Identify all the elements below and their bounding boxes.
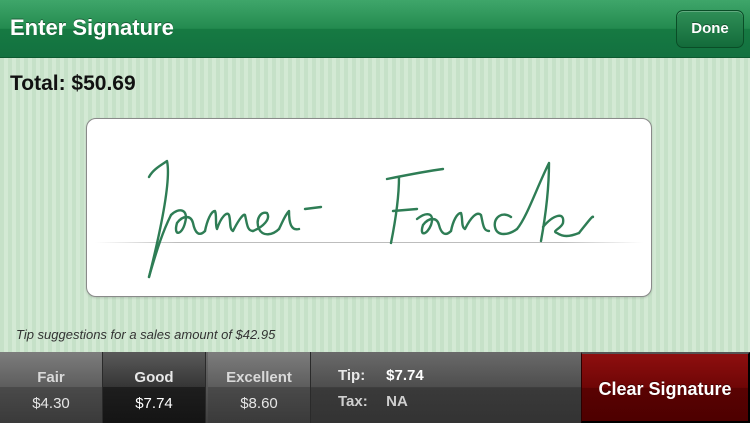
tip-summary-row: Tip: $7.74 — [338, 367, 424, 384]
signature-ink — [147, 159, 595, 279]
tip-option-label: Good — [103, 352, 205, 387]
signature-pad[interactable] — [86, 118, 652, 297]
clear-signature-button[interactable]: Clear Signature — [581, 352, 750, 423]
tax-label: Tax: — [338, 393, 368, 410]
done-button[interactable]: Done — [676, 10, 744, 48]
page-title: Enter Signature — [10, 15, 174, 40]
tip-option-fair[interactable]: Fair $4.30 — [0, 352, 103, 423]
tip-option-amount: $4.30 — [0, 387, 102, 423]
tip-option-excellent[interactable]: Excellent $8.60 — [208, 352, 311, 423]
tip-option-amount: $8.60 — [208, 387, 310, 423]
tax-value: NA — [386, 393, 408, 410]
nav-bar: Enter Signature Done — [0, 0, 750, 58]
tip-option-good[interactable]: Good $7.74 — [103, 352, 206, 423]
tip-label: Tip: — [338, 367, 366, 384]
tip-value: $7.74 — [386, 367, 424, 384]
tax-summary-row: Tax: NA — [338, 393, 408, 410]
tip-option-amount: $7.74 — [103, 387, 205, 423]
tip-option-label: Excellent — [208, 352, 310, 387]
tip-suggestion-note: Tip suggestions for a sales amount of $4… — [16, 327, 276, 342]
total-amount: Total: $50.69 — [10, 72, 136, 95]
tip-option-label: Fair — [0, 352, 102, 387]
amount-summary: Tip: $7.74 Tax: NA — [311, 352, 581, 423]
